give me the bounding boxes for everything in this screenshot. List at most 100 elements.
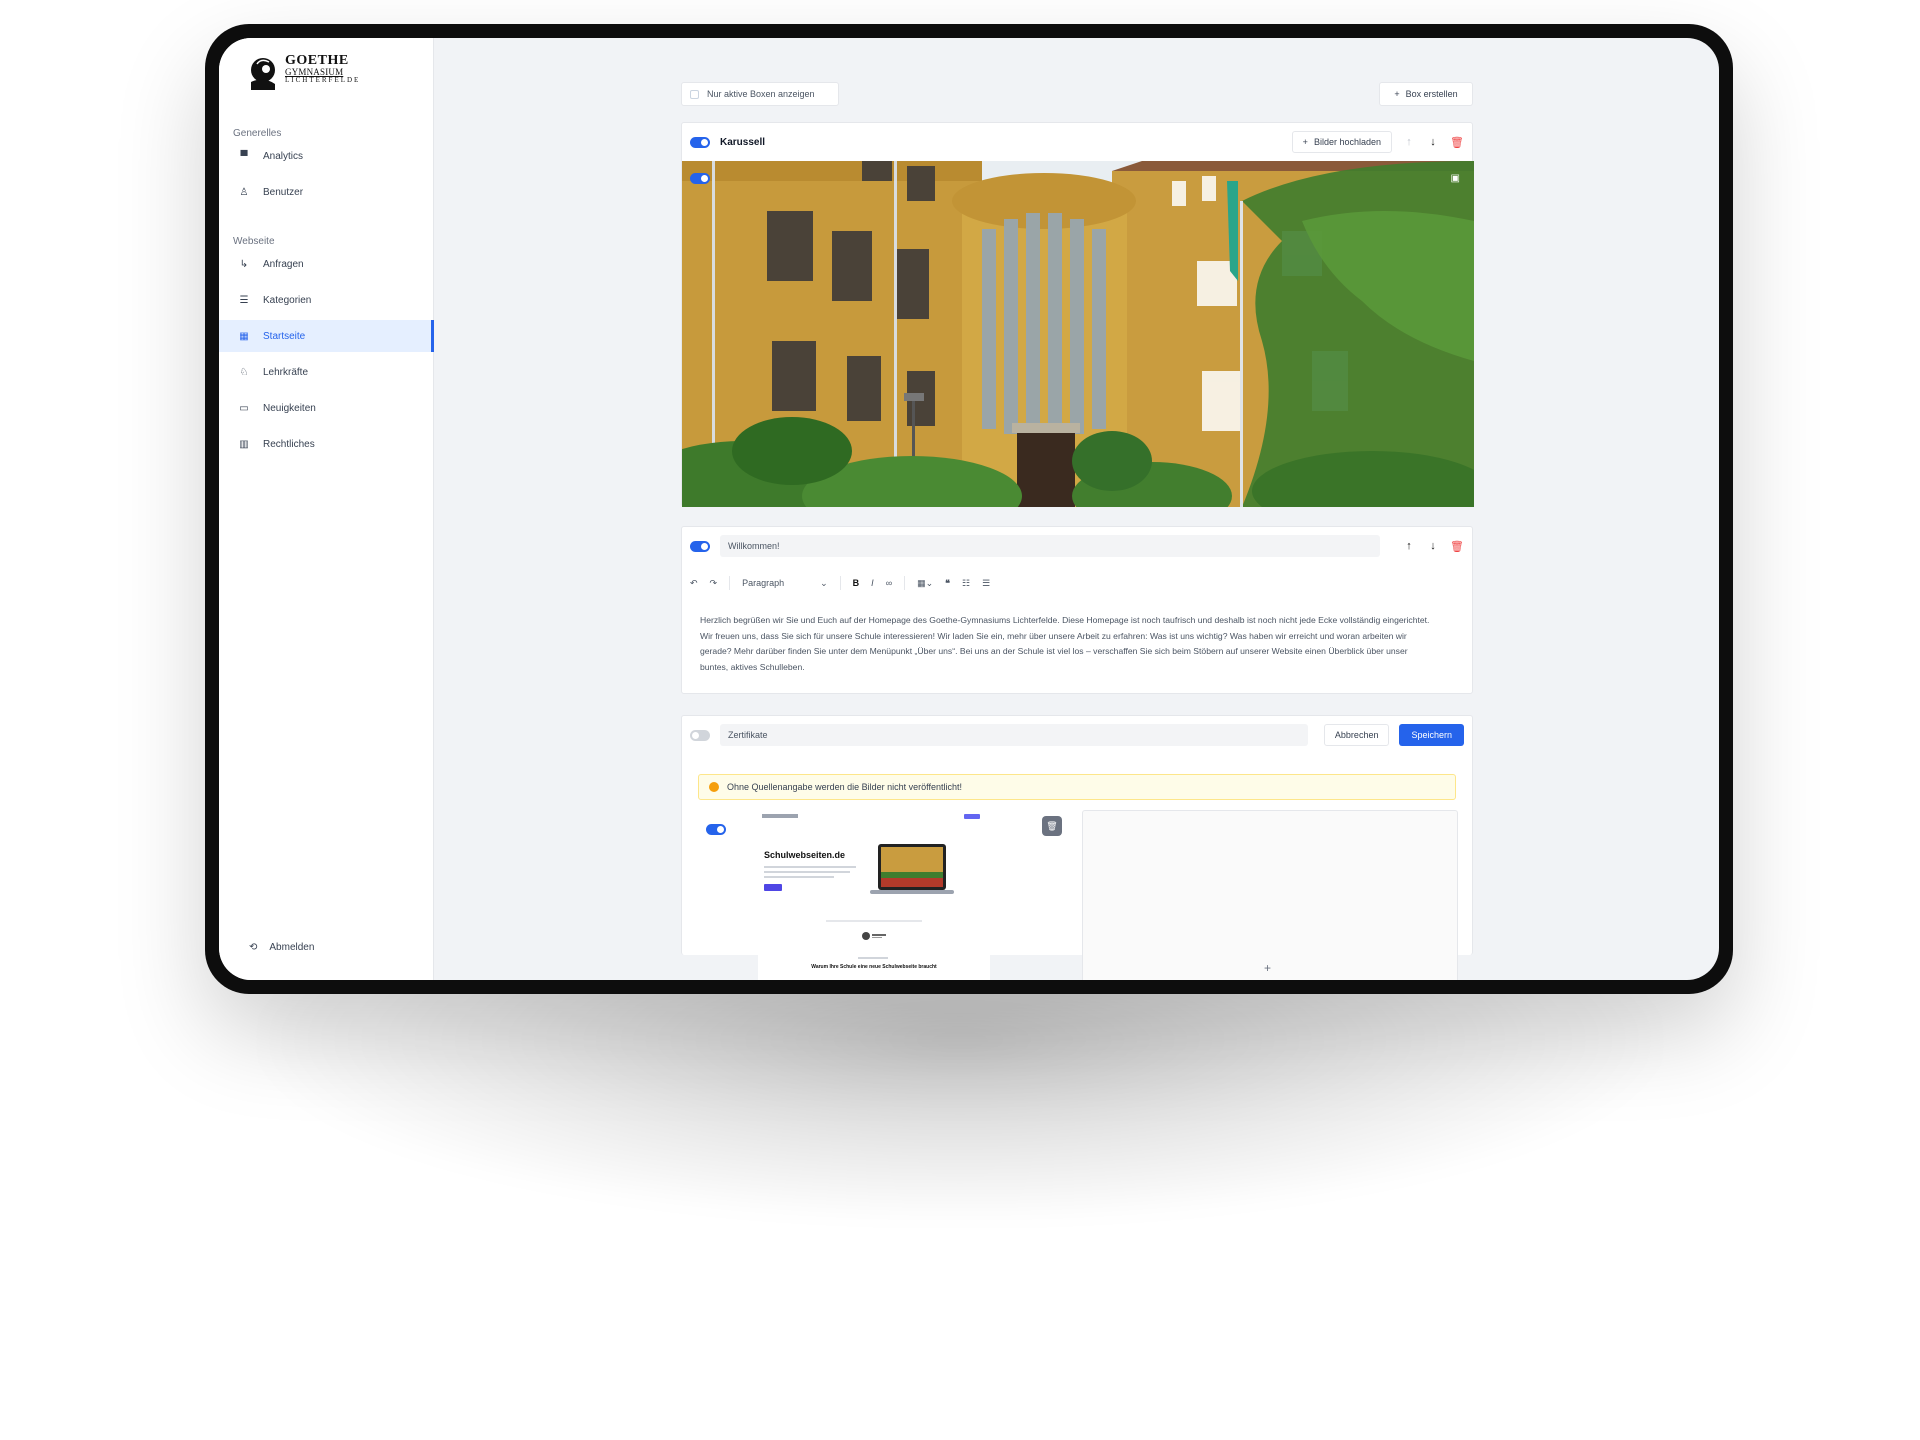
preview-button (764, 884, 782, 891)
certificates-header: Zertifikate Abbrechen Speichern (690, 716, 1464, 754)
undo-icon[interactable]: ↶ (690, 578, 698, 589)
inquiry-icon: ↳ (239, 258, 249, 270)
active-boxes-filter[interactable]: Nur aktive Boxen anzeigen (681, 82, 839, 106)
school-building-photo (682, 161, 1474, 507)
carousel-box: Karussell + Bilder hochladen ↑ ↓ 🗑 ▣ (681, 122, 1474, 507)
redo-icon[interactable]: ↷ (710, 578, 718, 589)
delete-icon[interactable]: 🗑 (1450, 136, 1464, 149)
certificate-toggle[interactable] (706, 824, 726, 835)
preview-logo (762, 814, 798, 818)
sidebar-item-users[interactable]: ♙ Benutzer (219, 176, 434, 208)
school-logo[interactable]: GOETHE GYMNASIUM LICHTERFELDE (245, 54, 360, 90)
bullet-list-icon[interactable]: ☷ (962, 578, 970, 589)
sidebar-item-label: Neuigkeiten (263, 402, 316, 414)
upload-images-button[interactable]: + Bilder hochladen (1291, 131, 1392, 153)
certificates-box: Zertifikate Abbrechen Speichern Ohne Que… (681, 715, 1473, 980)
certificate-preview: Schulwebseiten.de Warum Ihre Schule eine… (758, 810, 990, 980)
toolbar-divider (729, 576, 731, 590)
move-up-icon[interactable]: ↑ (1402, 540, 1416, 552)
preview-cta (964, 814, 980, 819)
nav-section-general: Generelles (233, 128, 282, 139)
logo-line-1: GOETHE (285, 53, 349, 68)
grid-icon: ▦ (239, 330, 249, 342)
carousel-header: Karussell + Bilder hochladen ↑ ↓ 🗑 (690, 123, 1464, 161)
sidebar-item-analytics[interactable]: ▀ Analytics (219, 140, 434, 172)
preview-school-logo (862, 928, 886, 940)
screen: GOETHE GYMNASIUM LICHTERFELDE Generelles… (219, 38, 1719, 980)
move-down-icon[interactable]: ↓ (1426, 540, 1440, 552)
certificates-actions: Abbrechen Speichern (1323, 724, 1464, 746)
active-boxes-label: Nur aktive Boxen anzeigen (707, 89, 815, 99)
logo-line-3: LICHTERFELDE (285, 76, 361, 84)
sidebar-item-label: Kategorien (263, 294, 312, 306)
welcome-actions: ↑ ↓ 🗑 (1402, 540, 1464, 553)
sidebar: GOETHE GYMNASIUM LICHTERFELDE Generelles… (219, 38, 434, 980)
move-up-icon[interactable]: ↑ (1402, 136, 1416, 148)
numbered-list-icon[interactable]: ☰ (982, 578, 990, 589)
preview-title: Schulwebseiten.de (764, 850, 846, 860)
link-icon[interactable]: ∞ (886, 578, 892, 588)
toolbar-divider (839, 576, 841, 590)
sidebar-item-inquiries[interactable]: ↳ Anfragen (219, 248, 434, 280)
delete-icon[interactable]: 🗑 (1450, 540, 1464, 553)
upload-images-label: Bilder hochladen (1313, 137, 1381, 147)
carousel-actions: + Bilder hochladen ↑ ↓ 🗑 (1291, 131, 1464, 153)
welcome-text[interactable]: Herzlich begrüßen wir Sie und Euch auf d… (700, 613, 1438, 675)
image-delete-icon[interactable]: ▣ (1451, 173, 1460, 184)
chart-icon: ▀ (240, 150, 248, 162)
warning-icon (709, 782, 719, 792)
nav-section-website: Webseite (233, 236, 275, 247)
quote-icon[interactable]: ❝ (945, 578, 950, 589)
plus-icon: + (1264, 961, 1272, 975)
cancel-label: Abbrechen (1334, 730, 1379, 740)
preview-line (858, 957, 888, 959)
editor-toolbar: ↶ ↷ Paragraph ⌄ B I ∞ ▦⌄ ❝ ☷ ☰ (690, 571, 990, 595)
save-button[interactable]: Speichern (1399, 724, 1464, 746)
plus-icon: + (1302, 137, 1308, 147)
welcome-box: Willkommen! ↑ ↓ 🗑 ↶ ↷ Paragraph ⌄ B I ∞ … (681, 526, 1473, 694)
calendar-icon: ▭ (239, 402, 249, 414)
table-icon[interactable]: ▦⌄ (917, 578, 933, 589)
active-boxes-checkbox[interactable] (690, 89, 699, 99)
device-frame: GOETHE GYMNASIUM LICHTERFELDE Generelles… (205, 24, 1733, 994)
warning-banner: Ohne Quellenangabe werden die Bilder nic… (698, 774, 1456, 800)
user-icon: ♙ (239, 186, 249, 198)
create-box-label: Box erstellen (1405, 89, 1458, 99)
teacher-icon: ♘ (239, 366, 249, 378)
sidebar-item-label: Startseite (263, 330, 306, 342)
preview-line (764, 876, 834, 878)
carousel-toggle[interactable] (690, 136, 710, 148)
laptop-icon (870, 844, 954, 894)
certificates-toggle[interactable] (690, 729, 710, 741)
goethe-portrait-icon (245, 54, 281, 90)
move-down-icon[interactable]: ↓ (1426, 136, 1440, 148)
logo-text: GOETHE GYMNASIUM LICHTERFELDE (285, 54, 360, 84)
create-box-button[interactable]: + Box erstellen (1379, 82, 1473, 106)
sidebar-item-news[interactable]: ▭ Neuigkeiten (219, 392, 434, 424)
block-format-value: Paragraph (742, 578, 785, 588)
sidebar-item-categories[interactable]: ☰ Kategorien (219, 284, 434, 316)
welcome-toggle[interactable] (690, 540, 710, 552)
chevron-down-icon: ⌄ (820, 577, 828, 588)
bold-icon[interactable]: B (853, 578, 860, 588)
certificates-title-input[interactable]: Zertifikate (720, 724, 1308, 746)
sidebar-item-label: Analytics (263, 150, 304, 162)
preview-line (764, 866, 856, 868)
block-format-select[interactable]: Paragraph ⌄ (742, 578, 828, 589)
welcome-title-input[interactable]: Willkommen! (720, 535, 1380, 557)
list-icon: ☰ (239, 294, 249, 306)
certificate-delete-icon[interactable]: 🗑 (1042, 816, 1062, 836)
logout-button[interactable]: ⟲ Abmelden (249, 942, 314, 953)
sidebar-item-homepage[interactable]: ▦ Startseite (219, 320, 434, 352)
image-toggle[interactable] (690, 173, 710, 184)
bank-icon: ▥ (239, 438, 249, 450)
add-image-dropzone[interactable]: + (1082, 810, 1458, 980)
warning-text: Ohne Quellenangabe werden die Bilder nic… (727, 782, 962, 792)
cancel-button[interactable]: Abbrechen (1323, 724, 1390, 746)
sidebar-item-teachers[interactable]: ♘ Lehrkräfte (219, 356, 434, 388)
sidebar-item-legal[interactable]: ▥ Rechtliches (219, 428, 434, 460)
preview-heading: Warum Ihre Schule eine neue Schulwebseit… (811, 964, 937, 970)
welcome-title-value: Willkommen! (728, 541, 780, 551)
preview-line (764, 871, 850, 873)
italic-icon[interactable]: I (871, 578, 874, 588)
